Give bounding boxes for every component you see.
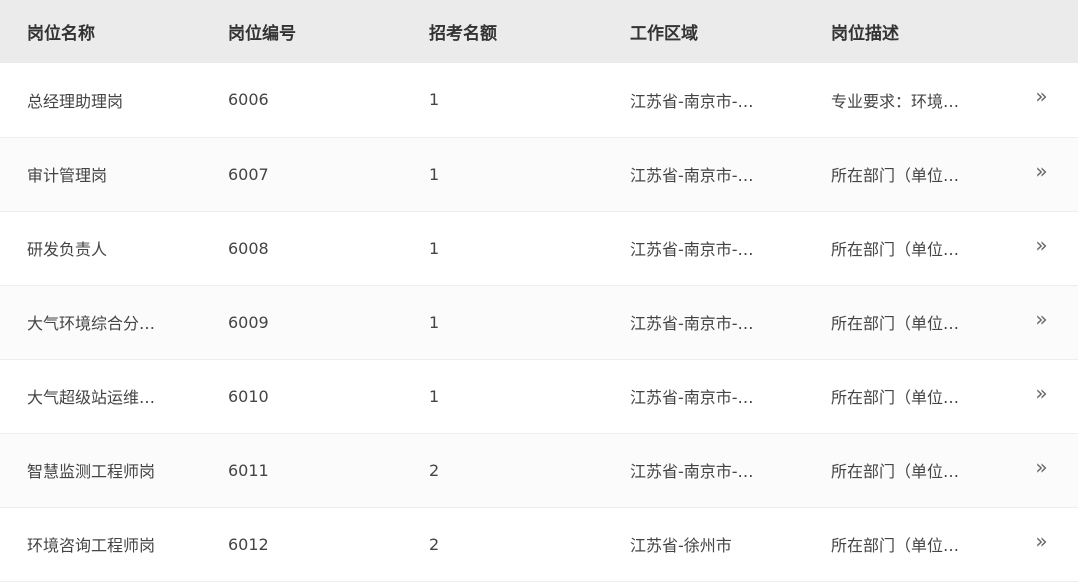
cell-action: » [1005,433,1078,507]
cell-work-area: 江苏省-南京市-… [630,314,754,333]
cell-action: » [1005,63,1078,137]
header-work-area: 工作区域 [630,24,698,44]
table-row[interactable]: 大气超级站运维… 6010 1 江苏省-南京市-… 所在部门（单位… » [0,359,1078,433]
double-chevron-right-icon[interactable]: » [1035,86,1047,106]
cell-job-name: 智慧监测工程师岗 [27,462,156,481]
double-chevron-right-icon[interactable]: » [1035,383,1047,403]
cell-quota: 2 [429,534,440,554]
cell-quota: 1 [429,164,440,184]
double-chevron-right-icon[interactable]: » [1035,531,1047,551]
cell-job-name: 研发负责人 [27,240,108,259]
cell-job-description: 所在部门（单位… [831,536,960,555]
cell-work-area: 江苏省-徐州市 [630,536,732,555]
cell-job-code: 6007 [228,164,269,184]
cell-action: » [1005,137,1078,211]
cell-job-name: 环境咨询工程师岗 [27,536,156,555]
cell-job-name: 审计管理岗 [27,166,108,185]
header-action [1005,0,1078,63]
cell-work-area: 江苏省-南京市-… [630,388,754,407]
table-row[interactable]: 环境咨询工程师岗 6012 2 江苏省-徐州市 所在部门（单位… » [0,507,1078,581]
cell-work-area: 江苏省-南京市-… [630,91,754,111]
cell-job-code: 6009 [228,312,269,332]
cell-action: » [1005,507,1078,581]
cell-job-description: 所在部门（单位… [831,166,960,185]
table-header: 岗位名称 岗位编号 招考名额 工作区域 岗位描述 [0,0,1078,63]
cell-job-code: 6011 [228,460,269,480]
table-row[interactable]: 审计管理岗 6007 1 江苏省-南京市-… 所在部门（单位… » [0,137,1078,211]
double-chevron-right-icon[interactable]: » [1035,457,1047,477]
table-header-row: 岗位名称 岗位编号 招考名额 工作区域 岗位描述 [0,0,1078,63]
cell-job-description: 所在部门（单位… [831,314,960,333]
cell-job-name: 总经理助理岗 [27,91,124,111]
header-quota: 招考名额 [429,24,497,44]
cell-job-description: 所在部门（单位… [831,240,960,259]
cell-quota: 2 [429,460,440,480]
cell-job-description: 所在部门（单位… [831,462,960,481]
cell-job-name: 大气环境综合分… [27,314,156,333]
header-job-description: 岗位描述 [831,24,899,44]
cell-quota: 1 [429,90,440,110]
cell-job-code: 6012 [228,534,269,554]
cell-work-area: 江苏省-南京市-… [630,166,754,185]
cell-action: » [1005,211,1078,285]
cell-job-name: 大气超级站运维… [27,388,156,407]
cell-job-description: 所在部门（单位… [831,388,960,407]
table-row[interactable]: 总经理助理岗 6006 1 江苏省-南京市-… 专业要求：环境… » [0,63,1078,137]
table-row[interactable]: 研发负责人 6008 1 江苏省-南京市-… 所在部门（单位… » [0,211,1078,285]
cell-job-code: 6010 [228,386,269,406]
cell-job-code: 6008 [228,238,269,258]
table-body: 总经理助理岗 6006 1 江苏省-南京市-… 专业要求：环境… » 审计管理岗… [0,63,1078,581]
cell-work-area: 江苏省-南京市-… [630,240,754,259]
double-chevron-right-icon[interactable]: » [1035,161,1047,181]
cell-action: » [1005,285,1078,359]
cell-quota: 1 [429,238,440,258]
cell-work-area: 江苏省-南京市-… [630,462,754,481]
cell-action: » [1005,359,1078,433]
cell-job-code: 6006 [228,90,269,110]
table-row[interactable]: 智慧监测工程师岗 6011 2 江苏省-南京市-… 所在部门（单位… » [0,433,1078,507]
double-chevron-right-icon[interactable]: » [1035,309,1047,329]
table-row[interactable]: 大气环境综合分… 6009 1 江苏省-南京市-… 所在部门（单位… » [0,285,1078,359]
cell-quota: 1 [429,312,440,332]
cell-quota: 1 [429,386,440,406]
cell-job-description: 专业要求：环境… [831,91,960,111]
job-listing-table: 岗位名称 岗位编号 招考名额 工作区域 岗位描述 总经理助理岗 6006 1 江… [0,0,1078,582]
double-chevron-right-icon[interactable]: » [1035,235,1047,255]
header-job-name: 岗位名称 [27,24,95,44]
header-job-code: 岗位编号 [228,24,296,44]
